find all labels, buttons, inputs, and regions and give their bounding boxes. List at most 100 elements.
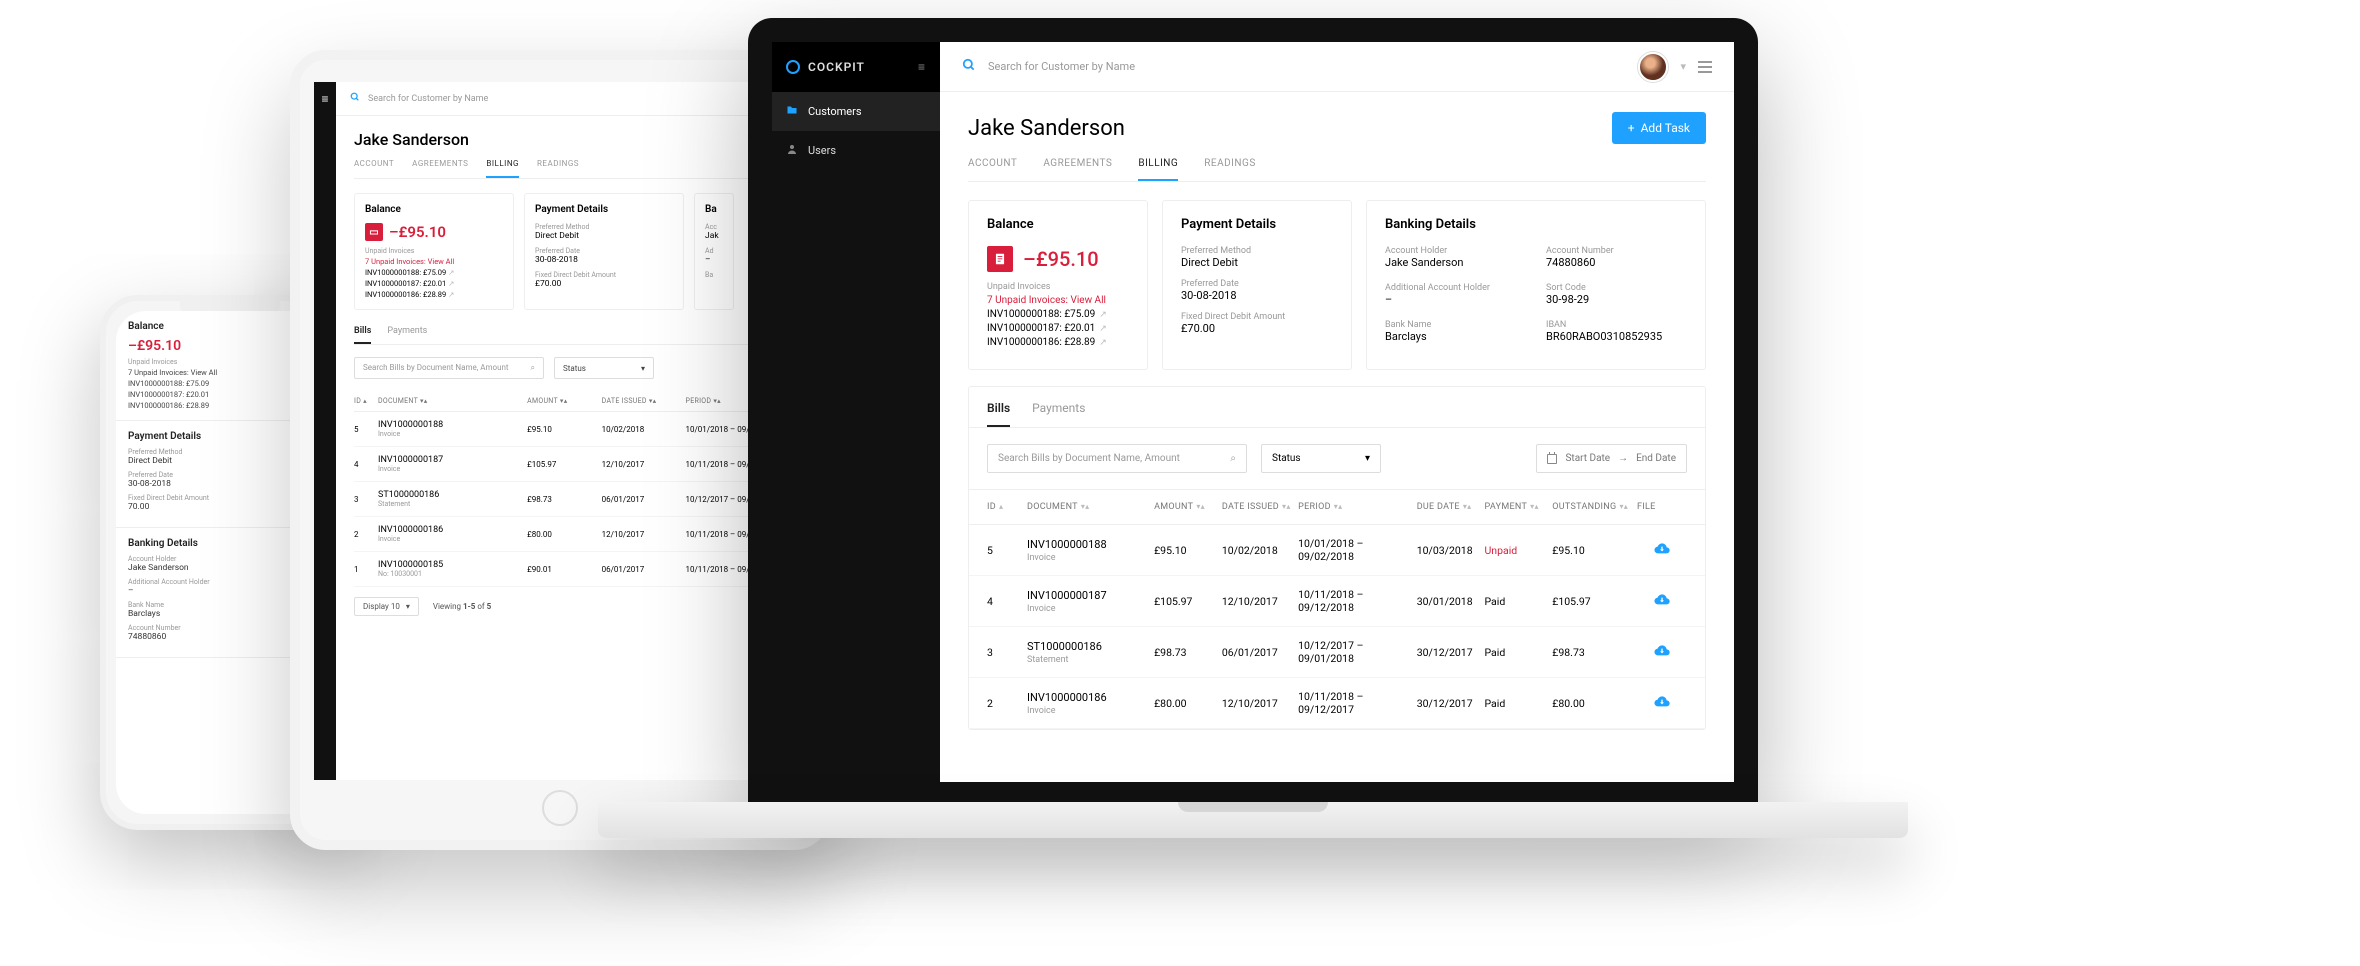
table-row[interactable]: 4 INV1000000187Invoice £105.97 12/10/201… [354,447,788,482]
search-icon: ⌕ [531,363,535,373]
subtab-payments[interactable]: Payments [387,326,427,344]
tablet-screen: ≡ Search for Customer by Name Jake Sande… [314,82,806,780]
customer-name: Jake Sanderson [354,130,788,149]
table-row[interactable]: 4 INV1000000187Invoice £105.97 12/10/201… [969,576,1705,627]
tabs: ACCOUNT AGREEMENTS BILLING READINGS [354,159,788,179]
payment-status: Paid [1484,697,1552,710]
table-row[interactable]: 2 INV1000000186Invoice £80.00 12/10/2017… [354,517,788,552]
download-icon[interactable] [1637,695,1687,711]
invoice-icon [987,246,1013,272]
sort-icon[interactable]: ▾▴ [1196,502,1205,511]
display-select[interactable]: Display 10▾ [354,597,419,616]
sort-icon[interactable]: ▾▴ [1081,502,1090,511]
payment-card: Payment Details Preferred Method Direct … [1162,200,1352,370]
table-row[interactable]: 5 INV1000000188Invoice £95.10 10/02/2018… [354,412,788,447]
tab-readings[interactable]: READINGS [1204,158,1256,181]
search-icon[interactable] [962,58,976,76]
laptop-screen: COCKPIT ≡ Customers Users [772,42,1734,782]
search-input[interactable]: Search for Customer by Name [988,60,1135,73]
tab-account[interactable]: ACCOUNT [354,159,394,178]
chevron-down-icon: ▾ [406,602,410,611]
date-range[interactable]: Start Date → End Date [1536,444,1687,473]
sort-icon[interactable]: ▾▴ [1530,502,1539,511]
plus-icon: + [1628,121,1635,135]
subtab-payments[interactable]: Payments [1032,401,1085,427]
sidebar-item-users[interactable]: Users [772,131,940,170]
subtab-bills[interactable]: Bills [987,401,1010,427]
user-icon [786,143,798,158]
laptop-device: COCKPIT ≡ Customers Users [748,18,1758,838]
sort-icon[interactable]: ▾▴ [1282,502,1291,511]
balance-card: Balance ▭–£95.10 Unpaid Invoices 7 Unpai… [354,193,514,310]
payment-status: Unpaid [1484,544,1552,557]
topbar: Search for Customer by Name ▾ [940,42,1734,92]
sort-icon[interactable]: ▾▴ [1334,502,1343,511]
logo-icon [786,60,800,74]
balance-card: Balance –£95.10 Unpaid Invoices 7 Unpaid… [968,200,1148,370]
unpaid-link[interactable]: 7 Unpaid Invoices: View All [987,295,1129,306]
table-row[interactable]: 1 INV1000000185No: 10030001 £90.01 06/01… [354,552,788,587]
table-row[interactable]: 3 ST1000000186Statement £98.73 06/01/201… [354,482,788,517]
search-icon: ⌕ [1230,453,1236,464]
search-icon[interactable] [350,92,360,105]
tab-agreements[interactable]: AGREEMENTS [1043,158,1112,181]
app-name: COCKPIT [808,60,865,74]
bills-thead: ID ▴ DOCUMENT ▾▴ AMOUNT ▾▴ DATE ISSUED ▾… [354,391,788,412]
sort-icon[interactable]: ▾▴ [1463,502,1472,511]
tab-readings[interactable]: READINGS [537,159,579,178]
chevron-down-icon: ▾ [641,364,645,373]
laptop-base [598,802,1908,838]
download-icon[interactable] [1637,644,1687,660]
sort-icon[interactable]: ▴ [999,502,1003,511]
tablet-sidebar[interactable]: ≡ [314,82,336,780]
sidebar-item-label: Users [808,144,836,157]
status-select[interactable]: Status▾ [554,357,654,379]
tabs: ACCOUNT AGREEMENTS BILLING READINGS [968,158,1706,182]
chevron-down-icon: ▾ [1365,453,1370,464]
balance-amount: –£95.10 [389,223,446,241]
tab-billing[interactable]: BILLING [486,159,519,178]
status-select[interactable]: Status▾ [1261,444,1381,473]
link-arrow-icon: ↗ [1099,338,1107,348]
bills-thead: ID▴ DOCUMENT▾▴ AMOUNT▾▴ DATE ISSUED▾▴ PE… [969,489,1705,525]
bills-search[interactable]: Search Bills by Document Name, Amount⌕ [987,444,1247,473]
banking-card: Banking Details Account HolderJake Sande… [1366,200,1706,370]
add-task-button[interactable]: +Add Task [1612,112,1706,144]
payment-card: Payment Details Preferred Method Direct … [524,193,684,310]
subtab-bills[interactable]: Bills [354,326,371,344]
sort-icon[interactable]: ▾▴ [1619,502,1628,511]
tablet-header: Search for Customer by Name [336,82,806,116]
payment-status: Paid [1484,595,1552,608]
table-footer: Display 10▾ Viewing 1-5 of 5 [354,597,788,616]
table-row[interactable]: 3 ST1000000186Statement £98.73 06/01/201… [969,627,1705,678]
download-icon[interactable] [1637,542,1687,558]
tab-agreements[interactable]: AGREEMENTS [412,159,468,178]
invoice-icon: ▭ [365,223,383,241]
unpaid-link[interactable]: 7 Unpaid Invoices: View All [365,257,503,266]
home-button[interactable] [542,790,578,826]
avatar[interactable] [1638,52,1668,82]
bills-search[interactable]: Search Bills by Document Name, Amount⌕ [354,357,544,379]
tab-billing[interactable]: BILLING [1138,158,1178,181]
table-row[interactable]: 2 INV1000000186Invoice £80.00 12/10/2017… [969,678,1705,729]
brand: COCKPIT ≡ [772,42,940,92]
folder-icon [786,104,798,119]
customer-name: Jake Sanderson [968,116,1125,141]
link-arrow-icon: ↗ [1099,310,1107,320]
chevron-down-icon[interactable]: ▾ [1680,60,1686,73]
arrow-right-icon: → [1618,453,1628,464]
sidebar: COCKPIT ≡ Customers Users [772,42,940,782]
tab-account[interactable]: ACCOUNT [968,158,1017,181]
menu-icon[interactable]: ≡ [321,92,328,106]
table-row[interactable]: 5 INV1000000188Invoice £95.10 10/02/2018… [969,525,1705,576]
menu-icon[interactable] [1698,61,1712,73]
calendar-icon [1547,454,1557,464]
download-icon[interactable] [1637,593,1687,609]
balance-amount: –£95.10 [1023,247,1099,271]
banking-card: Ba AccJak Ad– Ba [694,193,734,310]
sidebar-item-label: Customers [808,105,862,118]
sidebar-item-customers[interactable]: Customers [772,92,940,131]
menu-icon[interactable]: ≡ [918,60,926,74]
link-arrow-icon: ↗ [1099,324,1107,334]
search-placeholder[interactable]: Search for Customer by Name [368,94,488,104]
